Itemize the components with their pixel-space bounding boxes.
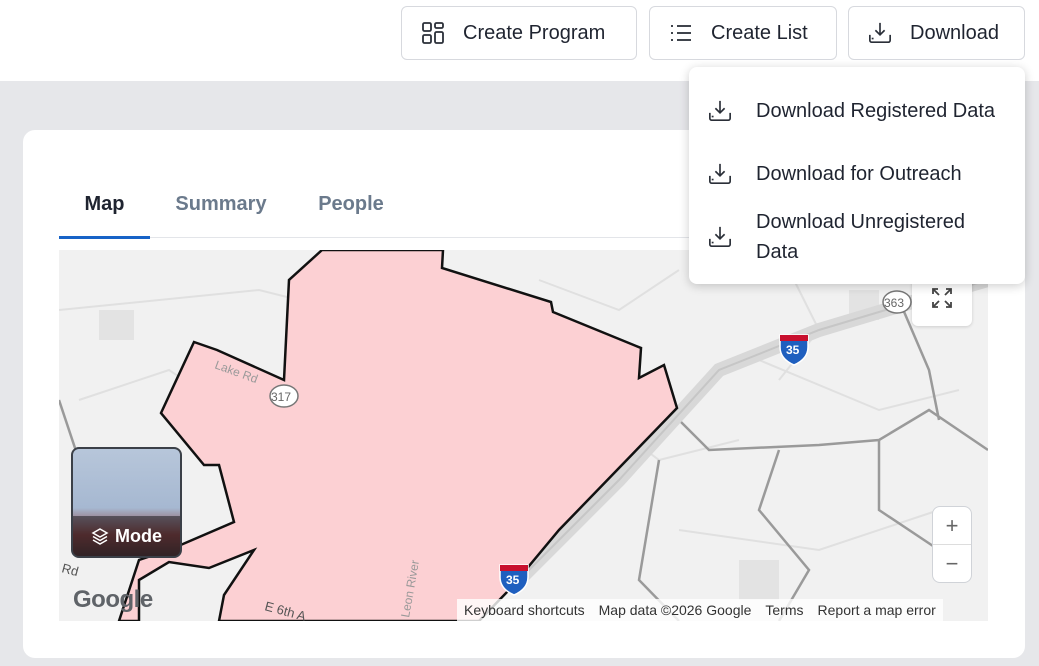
mode-label: Mode: [115, 525, 162, 546]
map-mode-toggle[interactable]: Mode: [71, 447, 182, 558]
map-canvas: Lake Rd 317 363 35 35 E 6th A Leon River…: [59, 250, 988, 621]
create-list-label: Create List: [711, 21, 808, 44]
zoom-control: + −: [932, 506, 972, 583]
tab-people[interactable]: People: [292, 170, 410, 238]
fullscreen-icon: [932, 288, 952, 308]
menu-item-download-registered[interactable]: Download Registered Data: [689, 81, 1025, 141]
region-polygon: [117, 250, 679, 621]
list-icon: [669, 21, 693, 45]
keyboard-shortcuts-link[interactable]: Keyboard shortcuts: [464, 602, 585, 618]
menu-item-download-unregistered[interactable]: Download Unregistered Data: [689, 207, 1025, 267]
download-label: Download: [910, 21, 999, 44]
route-317-label: 317: [271, 390, 291, 404]
zoom-in-button[interactable]: +: [933, 507, 971, 545]
map-data-text: Map data ©2026 Google: [598, 602, 752, 618]
map-view[interactable]: Lake Rd 317 363 35 35 E 6th A Leon River…: [59, 250, 988, 621]
download-menu: Download Registered Data Download for Ou…: [689, 67, 1025, 284]
mode-label-bar: Mode: [73, 516, 180, 556]
create-list-button[interactable]: Create List: [649, 6, 837, 60]
tab-summary[interactable]: Summary: [150, 170, 292, 238]
grid-icon: [421, 21, 445, 45]
interstate-35-label: 35: [786, 343, 800, 357]
zoom-out-button[interactable]: −: [933, 545, 971, 583]
download-button[interactable]: Download: [848, 6, 1025, 60]
map-attribution: Keyboard shortcuts Map data ©2026 Google…: [457, 599, 943, 621]
menu-item-label: Download Unregistered Data: [756, 211, 966, 263]
download-icon: [709, 100, 731, 122]
create-program-label: Create Program: [463, 21, 606, 44]
terms-link[interactable]: Terms: [765, 602, 803, 618]
rd-label: Rd: [60, 560, 80, 579]
layers-icon: [91, 528, 109, 545]
route-363-label: 363: [884, 296, 904, 310]
tab-people-label: People: [318, 192, 384, 215]
menu-item-label: Download for Outreach: [756, 163, 962, 185]
google-logo: Google: [73, 586, 153, 613]
download-icon: [709, 226, 731, 248]
menu-item-download-outreach[interactable]: Download for Outreach: [689, 159, 1025, 189]
report-error-link[interactable]: Report a map error: [818, 602, 936, 618]
interstate-35-lower-label: 35: [506, 573, 520, 587]
menu-item-label: Download Registered Data: [756, 100, 996, 122]
download-icon: [709, 163, 731, 185]
download-icon: [868, 21, 892, 45]
tab-map-label: Map: [84, 192, 125, 215]
tab-map[interactable]: Map: [59, 170, 150, 239]
tab-summary-label: Summary: [175, 192, 267, 215]
create-program-button[interactable]: Create Program: [401, 6, 637, 60]
